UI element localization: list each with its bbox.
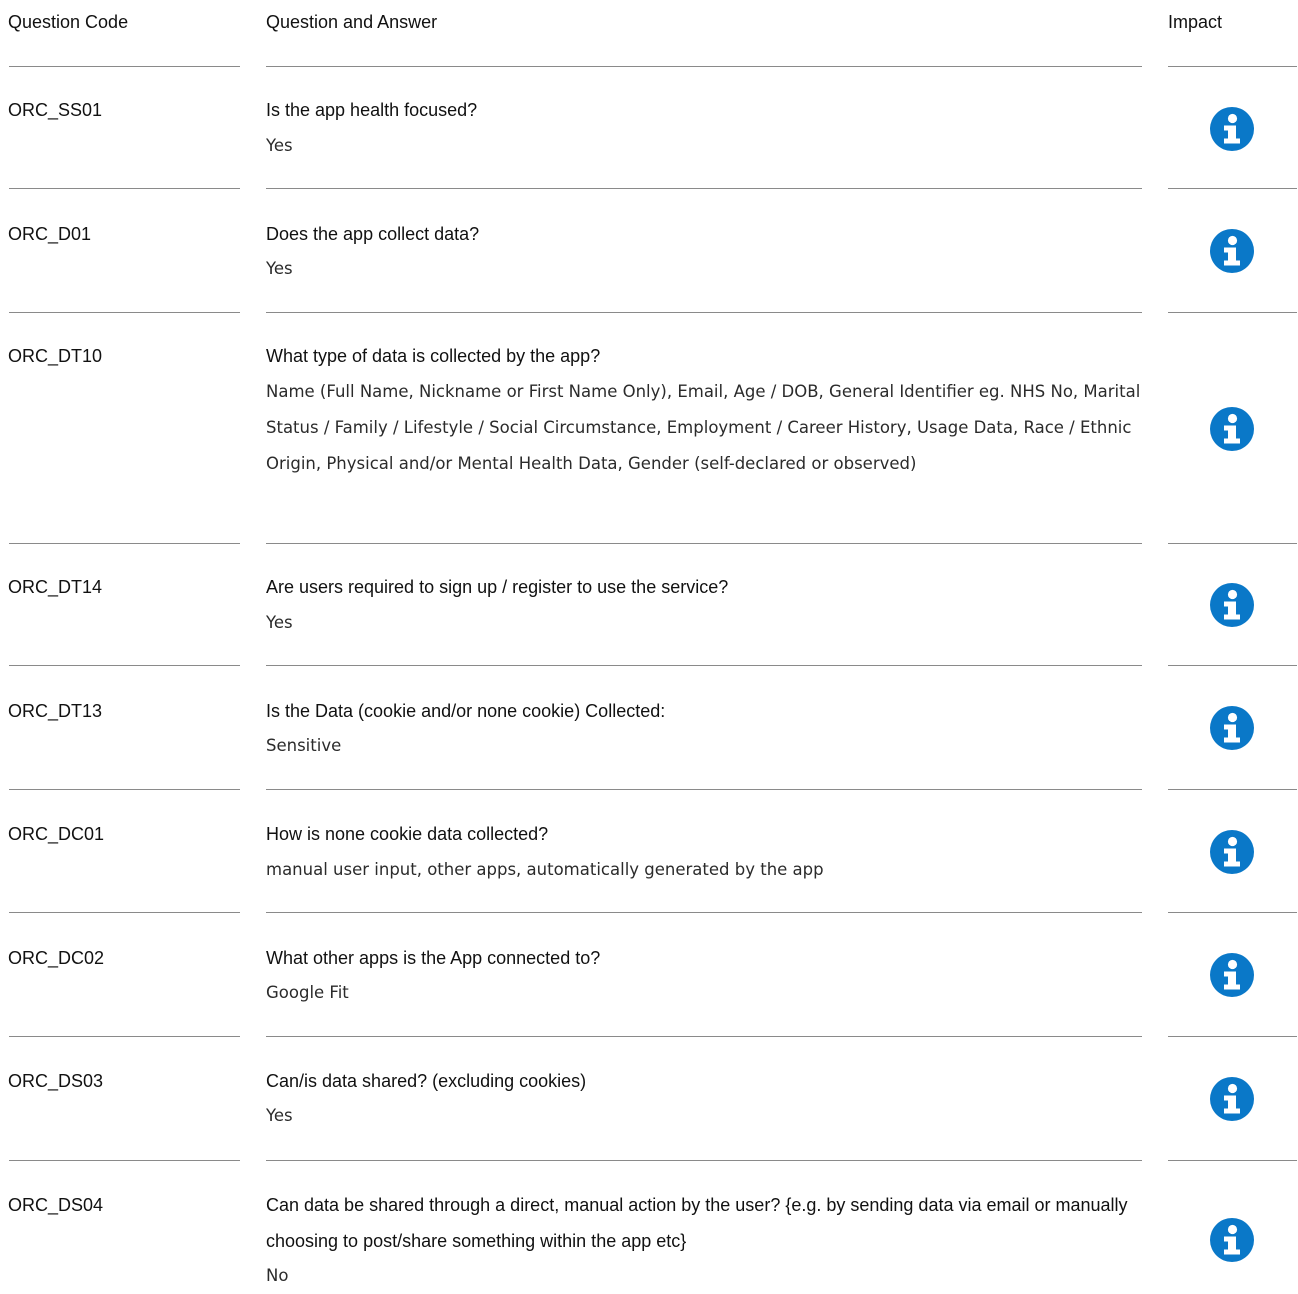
info-icon[interactable] <box>1209 406 1255 452</box>
question-code: ORC_DS04 <box>8 1195 104 1215</box>
row-divider <box>1168 789 1297 790</box>
row-divider <box>9 543 240 544</box>
info-icon[interactable] <box>1209 705 1255 751</box>
answer-text: Yes <box>266 613 293 632</box>
row-divider <box>9 312 240 313</box>
row-divider <box>266 665 1142 666</box>
row-divider <box>9 1036 240 1037</box>
answer-text: Yes <box>266 136 293 155</box>
info-icon[interactable] <box>1209 829 1255 875</box>
answer-text: Google Fit <box>266 983 349 1002</box>
table-row: ORC_DC01 How is none cookie data collect… <box>0 789 1298 912</box>
info-icon[interactable] <box>1209 952 1255 998</box>
header-impact: Impact <box>1168 12 1223 32</box>
row-divider <box>266 912 1142 913</box>
question-code: ORC_D01 <box>8 224 92 244</box>
answer-text: Name (Full Name, Nickname or First Name … <box>266 382 1141 473</box>
question-code: ORC_DC02 <box>8 948 105 968</box>
info-icon[interactable] <box>1209 106 1255 152</box>
question-text: Is the app health focused? <box>266 100 478 120</box>
info-icon[interactable] <box>1209 1076 1255 1122</box>
question-text: Can data be shared through a direct, man… <box>266 1195 1128 1251</box>
row-divider <box>1168 543 1297 544</box>
table-row: ORC_DT13 Is the Data (cookie and/or none… <box>0 665 1298 789</box>
question-code: ORC_DC01 <box>8 824 105 844</box>
header-question-code: Question Code <box>8 12 129 32</box>
info-icon[interactable] <box>1209 582 1255 628</box>
row-divider <box>266 543 1142 544</box>
answer-text: Yes <box>266 1106 293 1125</box>
question-text: What other apps is the App connected to? <box>266 948 601 968</box>
table-row: ORC_DS03 Can/is data shared? (excluding … <box>0 1036 1298 1160</box>
table-row: ORC_DS04 Can data be shared through a di… <box>0 1160 1298 1285</box>
row-divider <box>1168 1036 1297 1037</box>
question-code: ORC_DT14 <box>8 577 103 597</box>
row-divider <box>9 66 240 67</box>
row-divider <box>266 789 1142 790</box>
row-divider <box>1168 665 1297 666</box>
table-row: ORC_DT14 Are users required to sign up /… <box>0 543 1298 665</box>
row-divider <box>1168 312 1297 313</box>
row-divider <box>1168 1160 1297 1161</box>
question-text: Is the Data (cookie and/or none cookie) … <box>266 701 666 721</box>
table-row: ORC_DT10 What type of data is collected … <box>0 312 1298 543</box>
table-row: ORC_D01 Does the app collect data? Yes <box>0 188 1298 312</box>
row-divider <box>9 789 240 790</box>
question-text: How is none cookie data collected? <box>266 824 549 844</box>
answer-text: No <box>266 1266 289 1285</box>
answer-text: Sensitive <box>266 736 342 755</box>
question-code: ORC_SS01 <box>8 100 103 120</box>
answer-text: manual user input, other apps, automatic… <box>266 860 824 879</box>
row-divider <box>266 1160 1142 1161</box>
question-text: Does the app collect data? <box>266 224 480 244</box>
table-row: ORC_SS01 Is the app health focused? Yes <box>0 66 1298 188</box>
row-divider <box>9 665 240 666</box>
row-divider <box>1168 66 1297 67</box>
question-code: ORC_DT13 <box>8 701 103 721</box>
row-divider <box>266 312 1142 313</box>
question-code: ORC_DS03 <box>8 1071 104 1091</box>
header-question-and-answer: Question and Answer <box>266 12 438 32</box>
info-icon[interactable] <box>1209 228 1255 274</box>
question-text: Can/is data shared? (excluding cookies) <box>266 1071 587 1091</box>
row-divider <box>1168 912 1297 913</box>
answer-text: Yes <box>266 259 293 278</box>
row-divider <box>9 912 240 913</box>
row-divider <box>266 1036 1142 1037</box>
row-divider <box>9 1160 240 1161</box>
row-divider <box>266 66 1142 67</box>
table-row: ORC_DC02 What other apps is the App conn… <box>0 912 1298 1036</box>
info-icon[interactable] <box>1209 1217 1255 1263</box>
question-code: ORC_DT10 <box>8 346 103 366</box>
table-header: Question Code Question and Answer Impact <box>0 0 1298 46</box>
row-divider <box>9 188 240 189</box>
question-text: Are users required to sign up / register… <box>266 577 729 597</box>
row-divider <box>266 188 1142 189</box>
question-text: What type of data is collected by the ap… <box>266 346 601 366</box>
row-divider <box>1168 188 1297 189</box>
